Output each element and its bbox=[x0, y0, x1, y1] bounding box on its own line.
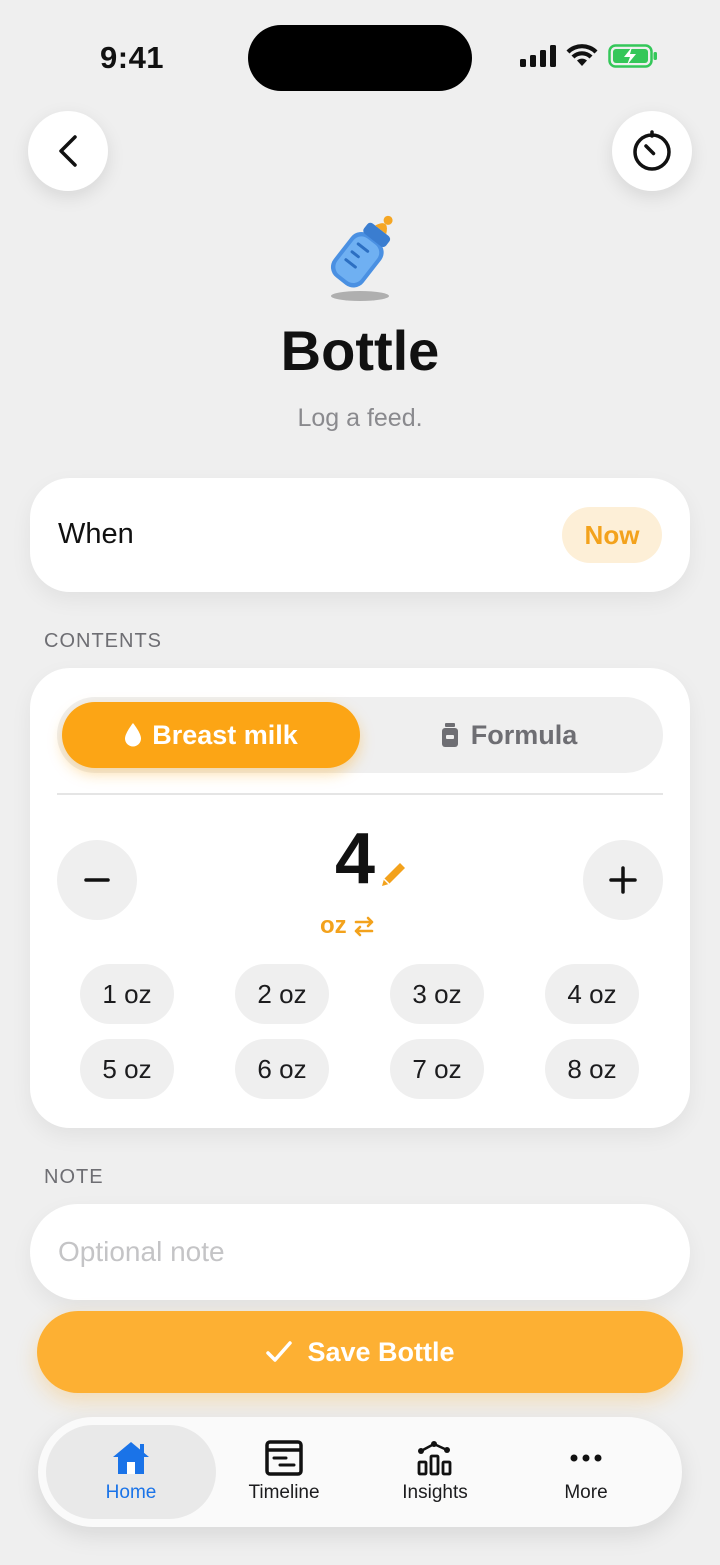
signal-icon bbox=[520, 45, 556, 67]
increase-amount-button[interactable] bbox=[583, 840, 663, 920]
save-bottle-button[interactable]: Save Bottle bbox=[37, 1311, 683, 1393]
quick-amount-chip[interactable]: 6 oz bbox=[235, 1039, 329, 1099]
timer-button[interactable] bbox=[612, 111, 692, 191]
insights-icon bbox=[417, 1441, 452, 1476]
timeline-icon bbox=[265, 1440, 303, 1476]
tab-timeline-label: Timeline bbox=[248, 1482, 320, 1503]
page-title: Bottle bbox=[280, 319, 440, 382]
battery-charging-icon bbox=[608, 44, 657, 68]
timer-icon bbox=[633, 130, 671, 171]
tab-more-label: More bbox=[564, 1482, 608, 1503]
status-time: 9:41 bbox=[100, 40, 165, 75]
contents-type-segmented-control: Breast milk Formula bbox=[57, 697, 663, 773]
contents-card: Breast milk Formula 4 oz 1 oz 2 oz 3 oz … bbox=[30, 668, 690, 1128]
tab-more[interactable]: More bbox=[501, 1425, 671, 1519]
formula-can-icon bbox=[441, 723, 458, 747]
when-row[interactable]: When Now bbox=[30, 478, 690, 592]
home-icon bbox=[113, 1442, 149, 1474]
minus-icon bbox=[84, 878, 110, 882]
decrease-amount-button[interactable] bbox=[57, 840, 137, 920]
unit-toggle[interactable]: oz bbox=[320, 912, 400, 940]
segment-formula[interactable]: Formula bbox=[360, 702, 658, 768]
time-picker-chip[interactable]: Now bbox=[562, 507, 662, 563]
dynamic-island bbox=[248, 25, 472, 91]
segment-breast-milk[interactable]: Breast milk bbox=[62, 702, 360, 768]
contents-section-label: CONTENTS bbox=[44, 630, 162, 652]
save-button-label: Save Bottle bbox=[307, 1336, 455, 1367]
quick-amount-chip[interactable]: 5 oz bbox=[80, 1039, 174, 1099]
quick-amount-chip[interactable]: 2 oz bbox=[235, 964, 329, 1024]
segment-breast-milk-label: Breast milk bbox=[152, 719, 298, 750]
chevron-left-icon bbox=[59, 135, 77, 167]
when-label: When bbox=[58, 518, 134, 550]
back-button[interactable] bbox=[28, 111, 108, 191]
tab-home[interactable]: Home bbox=[46, 1425, 216, 1519]
wifi-icon bbox=[566, 44, 598, 66]
pencil-icon[interactable] bbox=[376, 858, 410, 892]
status-icons bbox=[520, 44, 658, 68]
swap-arrows-icon bbox=[354, 916, 373, 937]
more-icon bbox=[570, 1454, 602, 1462]
quick-amount-chip[interactable]: 7 oz bbox=[390, 1039, 484, 1099]
quick-amount-chip[interactable]: 4 oz bbox=[545, 964, 639, 1024]
unit-label: oz bbox=[320, 912, 347, 939]
page-subtitle: Log a feed. bbox=[297, 404, 423, 432]
segment-formula-label: Formula bbox=[470, 719, 578, 750]
divider bbox=[57, 793, 663, 795]
tab-home-label: Home bbox=[105, 1482, 157, 1503]
baby-bottle-icon bbox=[330, 215, 393, 301]
quick-amount-chip[interactable]: 3 oz bbox=[390, 964, 484, 1024]
quick-amount-chip[interactable]: 8 oz bbox=[545, 1039, 639, 1099]
tab-insights-label: Insights bbox=[402, 1482, 468, 1503]
note-section-label: NOTE bbox=[44, 1166, 104, 1188]
plus-icon bbox=[609, 866, 637, 894]
droplet-icon bbox=[125, 723, 142, 747]
tab-insights[interactable]: Insights bbox=[350, 1425, 520, 1519]
quick-amount-chip[interactable]: 1 oz bbox=[80, 964, 174, 1024]
tab-bar: Home Timeline Insights More bbox=[38, 1417, 682, 1527]
checkmark-icon bbox=[266, 1341, 293, 1362]
note-field[interactable] bbox=[30, 1204, 690, 1300]
note-input[interactable] bbox=[58, 1204, 658, 1300]
tab-timeline[interactable]: Timeline bbox=[199, 1425, 369, 1519]
